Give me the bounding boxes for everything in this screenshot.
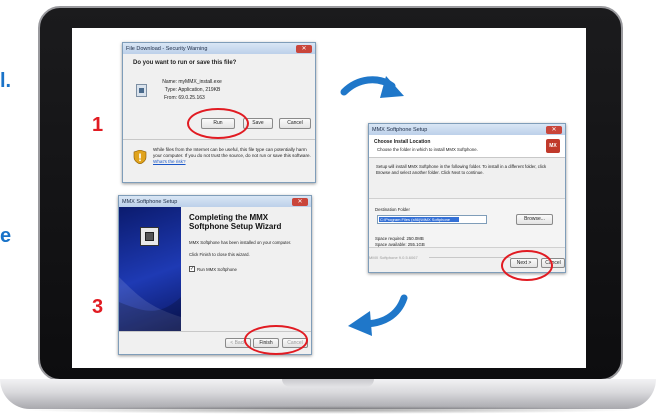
arrow-step1-to-step2-icon xyxy=(340,76,404,98)
instructions-text: Setup will install MMX Softphone in the … xyxy=(376,164,547,175)
step-subheading: Choose the folder in which to install MM… xyxy=(377,147,478,152)
window-title: MMX Softphone Setup xyxy=(372,126,428,133)
finish-highlight-ring xyxy=(244,325,308,355)
file-name: myMMX_install.exe xyxy=(178,79,222,85)
warning-text: While files from the Internet can be use… xyxy=(153,147,311,165)
installer-box-icon xyxy=(140,227,159,246)
cancel-button[interactable]: Cancel xyxy=(279,118,311,129)
close-icon[interactable]: ✕ xyxy=(296,44,312,53)
name-label: Name: xyxy=(162,79,177,85)
next-highlight-ring xyxy=(501,250,553,281)
tutorial-image: l. e File Download - Security Warning ✕ … xyxy=(0,0,656,417)
file-type: Application, 219KB xyxy=(178,87,221,93)
dialog-question: Do you want to run or save this file? xyxy=(133,60,237,66)
destination-label: Destination Folder xyxy=(375,207,410,212)
step-heading: Choose Install Location xyxy=(374,139,431,145)
laptop-screen: File Download - Security Warning ✕ Do yo… xyxy=(72,28,586,368)
completion-heading: Completing the MMX Softphone Setup Wizar… xyxy=(189,213,282,231)
divider xyxy=(123,139,315,140)
wizard-sidebar-banner xyxy=(119,207,181,331)
window-title: MMX Softphone Setup xyxy=(122,198,178,205)
close-icon[interactable]: ✕ xyxy=(292,197,308,206)
browse-button[interactable]: Browse... xyxy=(516,214,553,225)
title-bar: MMX Softphone Setup ✕ xyxy=(119,196,311,207)
step-number-1: 1 xyxy=(92,114,104,136)
version-text: MMX Softphone 9.0.5.6067 xyxy=(369,255,418,260)
risk-link[interactable]: What's the risk? xyxy=(153,159,186,164)
run-checkbox-label: Run MMX Softphone xyxy=(197,266,237,272)
step-number-3: 3 xyxy=(92,296,104,318)
close-icon[interactable]: ✕ xyxy=(546,125,562,134)
warning-message: While files from the Internet can be use… xyxy=(153,147,311,158)
run-highlight-ring xyxy=(187,108,249,139)
arrow-step2-to-step3-icon xyxy=(348,294,408,336)
from-label: From: xyxy=(163,95,177,101)
mmx-logo-icon: MX xyxy=(546,139,560,153)
destination-value: C:\Program Files (x86)\MMX Softphone xyxy=(379,217,459,222)
laptop-notch xyxy=(282,379,374,387)
space-info: Space required: 250.0MB Space available:… xyxy=(375,236,425,248)
application-icon xyxy=(136,84,147,97)
finish-instruction: Click Finish to close this wizard. xyxy=(189,252,250,257)
run-checkbox[interactable]: ✓ xyxy=(189,266,195,272)
footer-divider xyxy=(429,257,511,258)
header-panel: Choose Install Location Choose the folde… xyxy=(369,135,565,158)
file-source: 69.0.25.163 xyxy=(178,95,205,101)
cropped-text-left-top: l. xyxy=(0,70,12,92)
laptop-shadow xyxy=(20,406,636,414)
shield-warning-icon xyxy=(133,149,147,165)
window-title: File Download - Security Warning xyxy=(126,45,208,52)
title-bar: MMX Softphone Setup ✕ xyxy=(369,124,565,135)
run-checkbox-row[interactable]: ✓ Run MMX Softphone xyxy=(189,266,237,272)
destination-input[interactable]: C:\Program Files (x86)\MMX Softphone xyxy=(377,215,487,224)
installed-message: MMX Softphone has been installed on your… xyxy=(189,240,292,245)
type-label: Type: xyxy=(164,87,177,93)
title-bar: File Download - Security Warning ✕ xyxy=(123,43,315,54)
cropped-text-left-mid: e xyxy=(0,225,12,247)
space-available: Space available: 255.1GB xyxy=(375,242,425,247)
